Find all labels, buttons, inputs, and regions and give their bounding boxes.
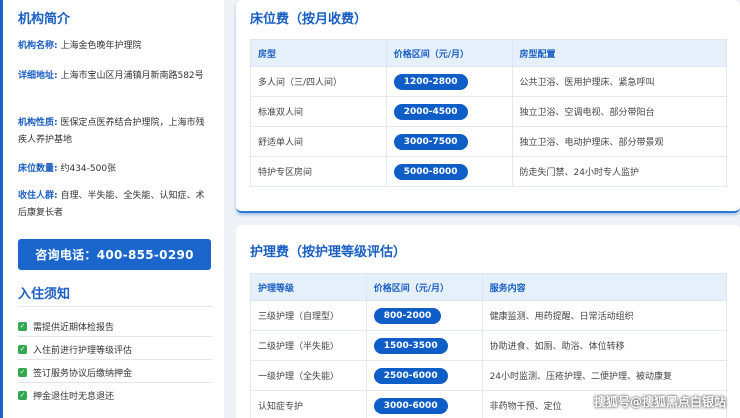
care-level: 二级护理（半失能） (250, 330, 367, 361)
service-content: 24小时监测、压疮护理、二便护理、被动康复 (481, 360, 728, 391)
notice-item: ✓ 签订服务协议后缴纳押金 (18, 366, 132, 379)
info-name-value: 上海金色晚年护理院 (60, 41, 142, 51)
col-header: 价格区间（元/月） (365, 273, 483, 301)
info-address-key: 详细地址: (18, 71, 58, 81)
table-header-row: 房型 价格区间（元/月） 房型配置 (250, 39, 727, 67)
bed-fee-card: 床位费（按月收费） 房型 价格区间（元/月） 房型配置 多人间（三/四人间） 1… (236, 0, 740, 213)
price-badge: 800-2000 (373, 307, 442, 324)
notice-title: 入住须知 (18, 287, 71, 302)
table-row: 标准双人间 2000-4500 独立卫浴、空调电视、部分带阳台 (250, 96, 727, 127)
table-row: 多人间（三/四人间） 1200-2800 公共卫浴、医用护理床、紧急呼叫 (250, 66, 727, 97)
watermark: 搜狐号@搜狐黑点白银站 (593, 395, 726, 409)
col-header: 价格区间（元/月） (385, 39, 513, 67)
info-name-key: 机构名称: (18, 41, 58, 51)
bed-fee-title: 床位费（按月收费） (250, 12, 368, 27)
care-level: 一级护理（全失能） (250, 360, 367, 391)
price-badge: 5000-8000 (393, 163, 468, 180)
check-icon: ✓ (18, 345, 27, 354)
info-name: 机构名称: 上海金色晚年护理院 (18, 38, 212, 55)
notice-divider (18, 306, 212, 307)
room-type: 特护专区房间 (250, 156, 387, 187)
price-badge: 3000-7500 (393, 133, 468, 150)
price-cell: 1200-2800 (385, 66, 513, 97)
info-address-value: 上海市宝山区月浦镇月新南路582号 (60, 71, 204, 81)
price-cell: 1500-3500 (365, 330, 483, 361)
notice-item: ✓ 押金退住时无息退还 (18, 389, 114, 402)
table-row: 特护专区房间 5000-8000 防走失门禁、24小时专人监护 (250, 156, 727, 187)
notice-divider (18, 336, 212, 337)
price-badge: 1500-3500 (373, 337, 448, 354)
table-header-row: 护理等级 价格区间（元/月） 服务内容 (250, 273, 728, 301)
room-config: 独立卫浴、空调电视、部分带阳台 (511, 96, 727, 127)
service-content: 协助进食、如厕、助浴、体位转移 (481, 330, 728, 361)
price-badge: 2500-6000 (373, 367, 448, 384)
check-icon: ✓ (18, 368, 27, 377)
check-icon: ✓ (18, 391, 27, 400)
col-header: 房型 (250, 39, 387, 67)
notice-item-text: 签订服务协议后缴纳押金 (33, 369, 133, 379)
info-address: 详细地址: 上海市宝山区月浦镇月新南路582号 (18, 68, 212, 85)
table-row: 舒适单人间 3000-7500 独立卫浴、电动护理床、部分带景观 (250, 126, 727, 157)
notice-divider (18, 382, 212, 383)
col-header: 护理等级 (250, 273, 367, 301)
info-people: 收住人群: 自理、半失能、全失能、认知症、术后康复长者 (18, 188, 212, 222)
consult-phone-button[interactable]: 咨询电话：400-855-0290 (18, 239, 211, 270)
price-cell: 2000-4500 (385, 96, 513, 127)
notice-divider (18, 359, 212, 360)
col-header: 房型配置 (511, 39, 727, 67)
bed-fee-table: 房型 价格区间（元/月） 房型配置 多人间（三/四人间） 1200-2800 公… (250, 39, 727, 187)
notice-item-text: 押金退住时无息退还 (33, 392, 115, 402)
room-config: 独立卫浴、电动护理床、部分带景观 (511, 126, 727, 157)
room-type: 多人间（三/四人间） (250, 66, 387, 97)
price-badge: 3000-6000 (373, 397, 448, 414)
care-fee-title: 护理费（按护理等级评估） (250, 245, 407, 260)
col-header: 服务内容 (481, 273, 728, 301)
table-row: 二级护理（半失能） 1500-3500 协助进食、如厕、助浴、体位转移 (250, 330, 728, 361)
price-cell: 800-2000 (365, 300, 483, 331)
service-content: 健康监测、用药提醒、日常活动组织 (481, 300, 728, 331)
notice-item-text: 需提供近期体检报告 (33, 323, 115, 333)
price-badge: 2000-4500 (393, 103, 468, 120)
price-cell: 5000-8000 (385, 156, 513, 187)
price-cell: 3000-6000 (365, 390, 483, 418)
check-icon: ✓ (18, 322, 27, 331)
room-type: 舒适单人间 (250, 126, 387, 157)
info-beds-key: 床位数量: (18, 164, 58, 174)
notice-item: ✓ 需提供近期体检报告 (18, 320, 114, 333)
info-people-key: 收住人群: (18, 191, 58, 201)
care-fee-card: 护理费（按护理等级评估） 护理等级 价格区间（元/月） 服务内容 三级护理（自理… (236, 225, 740, 418)
price-cell: 2500-6000 (365, 360, 483, 391)
room-config: 公共卫浴、医用护理床、紧急呼叫 (511, 66, 727, 97)
intro-title: 机构简介 (18, 12, 71, 27)
table-row: 一级护理（全失能） 2500-6000 24小时监测、压疮护理、二便护理、被动康… (250, 360, 728, 391)
notice-item: ✓ 入住前进行护理等级评估 (18, 343, 132, 356)
price-badge: 1200-2800 (393, 73, 468, 90)
room-type: 标准双人间 (250, 96, 387, 127)
room-config: 防走失门禁、24小时专人监护 (511, 156, 727, 187)
intro-panel: 机构简介 机构名称: 上海金色晚年护理院 详细地址: 上海市宝山区月浦镇月新南路… (0, 0, 224, 418)
care-level: 认知症专护 (250, 390, 367, 418)
info-beds: 床位数量: 约434-500张 (18, 161, 212, 178)
table-row: 三级护理（自理型） 800-2000 健康监测、用药提醒、日常活动组织 (250, 300, 728, 331)
price-cell: 3000-7500 (385, 126, 513, 157)
info-nature: 机构性质: 医保定点医养结合护理院，上海市残疾人养护基地 (18, 115, 212, 149)
notice-item-text: 入住前进行护理等级评估 (33, 346, 133, 356)
info-beds-value: 约434-500张 (60, 164, 117, 174)
info-nature-key: 机构性质: (18, 118, 58, 128)
care-level: 三级护理（自理型） (250, 300, 367, 331)
